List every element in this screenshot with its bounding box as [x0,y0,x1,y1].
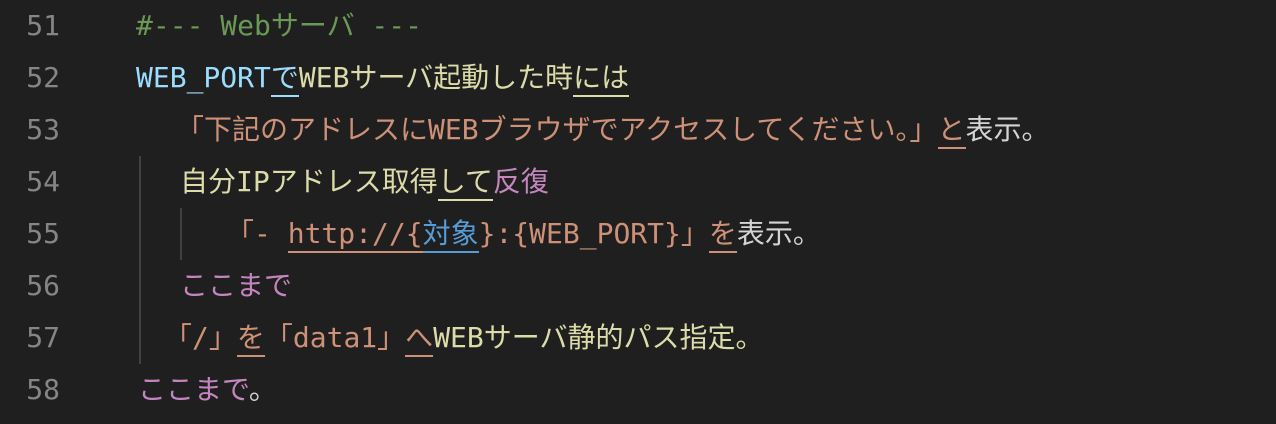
string-token: }:{WEB_PORT}」 [478,217,709,250]
line-number: 54 [26,165,60,198]
line-content[interactable]: ここまで。 [138,364,277,416]
code-line[interactable]: 54 自分IPアドレス取得して反復 [0,156,1276,208]
line-content[interactable]: #--- Webサーバ --- [136,0,422,52]
line-number: 52 [26,61,60,94]
line-content[interactable]: 「下記のアドレスにWEBブラウザでアクセスしてください。」と表示。 [176,104,1050,156]
variable-token: WEB_PORT [136,61,271,94]
string-token: 「/」 [164,321,237,354]
comment-token: #--- Webサーバ --- [136,9,423,42]
particle-token: と [937,113,966,149]
particle-token: を [708,217,737,253]
code-line[interactable]: 56 ここまで [0,260,1276,312]
line-number: 57 [26,321,60,354]
function-token: 表示。 [736,217,821,250]
function-token: 表示。 [965,113,1050,146]
line-content[interactable]: 自分IPアドレス取得して反復 [180,156,549,208]
particle-token: へ [405,321,434,357]
line-number: 55 [26,217,60,250]
code-line[interactable]: 51 #--- Webサーバ --- [0,0,1276,52]
line-content[interactable]: 「- http://{対象}:{WEB_PORT}」を表示。 [226,208,821,260]
particle-token: を [236,321,265,357]
line-content[interactable]: ここまで [180,260,292,312]
line-number: 53 [26,113,60,146]
string-token: 「下記のアドレスにWEBブラウザでアクセスしてください。」 [176,113,938,146]
interpolation-token: 対象 [422,217,479,253]
line-content[interactable]: 「/」を「data1」へWEBサーバ静的パス指定。 [164,312,763,364]
line-number: 51 [26,9,60,42]
line-number: 56 [26,269,60,302]
particle-token: で [270,61,299,97]
function-token: WEBサーバ静的パス指定。 [433,321,764,354]
keyword-token: ここまで [180,269,293,302]
function-token: 自分IPアドレス取得 [180,165,438,198]
code-line[interactable]: 53 「下記のアドレスにWEBブラウザでアクセスしてください。」と表示。 [0,104,1276,156]
particle-token: して [437,165,493,201]
code-line[interactable]: 58 ここまで。 [0,364,1276,416]
particle-token: には [573,61,630,97]
keyword-token: 反復 [492,165,549,198]
code-line[interactable]: 55 「- http://{対象}:{WEB_PORT}」を表示。 [0,208,1276,260]
code-line[interactable]: 57 「/」を「data1」へWEBサーバ静的パス指定。 [0,312,1276,364]
string-token: 「data1」 [264,321,406,354]
punctuation-token: 。 [248,373,277,406]
string-token: 「- [226,217,288,250]
function-token: WEBサーバ起動した時 [298,61,574,94]
code-editor[interactable]: 51 #--- Webサーバ --- 52 WEB_PORTでWEBサーバ起動し… [0,0,1276,424]
line-number: 58 [26,373,60,406]
line-content[interactable]: WEB_PORTでWEBサーバ起動した時には [136,52,630,104]
url-token: http://{ [287,217,423,253]
code-line[interactable]: 52 WEB_PORTでWEBサーバ起動した時には [0,52,1276,104]
keyword-token: ここまで [138,373,249,406]
